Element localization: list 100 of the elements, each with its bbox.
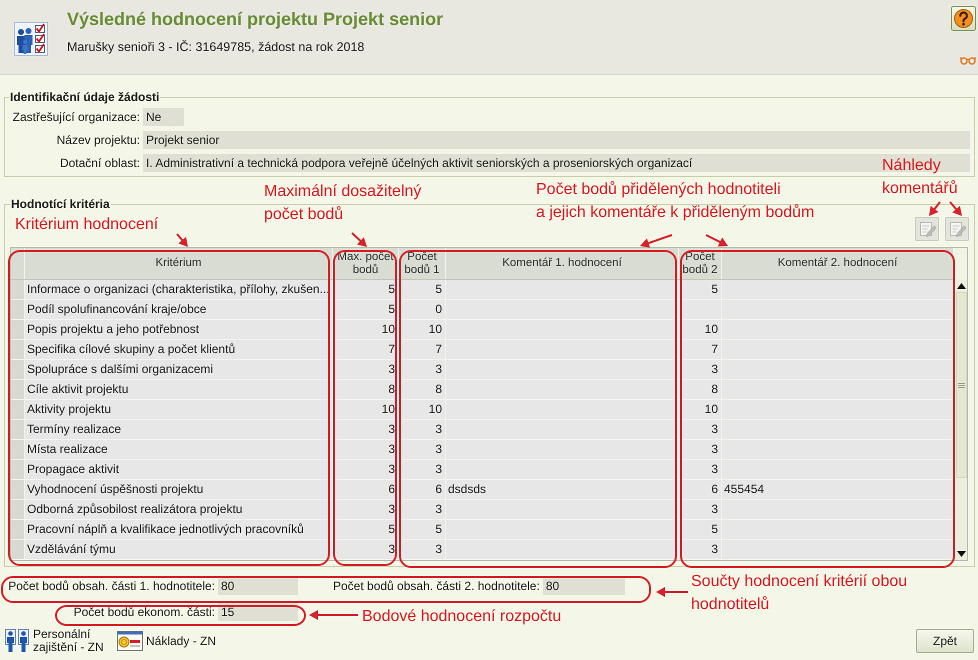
table-row[interactable]: Termíny realizace 3 3 3 bbox=[11, 420, 954, 440]
table-cell: 5 bbox=[333, 280, 399, 299]
scroll-up-icon[interactable] bbox=[956, 283, 966, 289]
annotation-text: Kritérium hodnocení bbox=[15, 215, 158, 235]
table-cell: 8 bbox=[399, 380, 446, 399]
table-cell: 3 bbox=[399, 500, 446, 519]
scrollbar-thumb[interactable] bbox=[956, 292, 966, 478]
table-row[interactable]: Pracovní náplň a kvalifikace jednotlivých pracovníků 5 5 5 bbox=[11, 520, 954, 540]
section-title: Hodnotící kritéria bbox=[10, 197, 111, 211]
table-cell: 3 bbox=[333, 500, 399, 519]
table-cell: 10 bbox=[399, 400, 446, 419]
annotation-arrow bbox=[656, 587, 688, 597]
annotation-text: Maximální dosažitelný počet bodů bbox=[264, 182, 422, 225]
table-cell: 5 bbox=[399, 520, 446, 539]
table-cell: Cíle aktivit projektu bbox=[25, 380, 333, 399]
column-header[interactable]: Max. počet bodů bbox=[333, 248, 399, 279]
footer-link[interactable]: Personální zajištění - ZN bbox=[5, 628, 117, 654]
table-cell: 3 bbox=[333, 360, 399, 379]
table-row[interactable]: Aktivity projektu 10 10 10 bbox=[11, 400, 954, 420]
value-field: Projekt senior bbox=[143, 131, 970, 149]
table-row[interactable]: Odborná způsobilost realizátora projektu 3 3 3 bbox=[11, 500, 954, 520]
table-row[interactable]: Místa realizace 3 3 3 bbox=[11, 440, 954, 460]
table-cell: 10 bbox=[679, 400, 722, 419]
table-cell: 8 bbox=[679, 380, 722, 399]
table-cell: 3 bbox=[399, 440, 446, 459]
scroll-down-icon[interactable] bbox=[956, 551, 966, 557]
glasses-icon[interactable] bbox=[960, 56, 976, 65]
coin-form-icon bbox=[117, 628, 143, 652]
table-cell: 3 bbox=[333, 440, 399, 459]
table-cell: 3 bbox=[399, 420, 446, 439]
table-row[interactable]: Vyhodnocení úspěšnosti projektu 6 6 dsdsds 6 455454 bbox=[11, 480, 954, 500]
table-cell: Popis projektu a jeho potřebnost bbox=[25, 320, 333, 339]
value-field: Ne bbox=[143, 108, 184, 126]
table-cell: 3 bbox=[679, 500, 722, 519]
table-row[interactable]: Informace o organizaci (charakteristika, přílohy, zkušen... 5 5 5 bbox=[11, 280, 954, 300]
table-cell: 3 bbox=[399, 360, 446, 379]
table-cell: 7 bbox=[333, 340, 399, 359]
table-cell: Pracovní náplň a kvalifikace jednotlivých pracovníků bbox=[25, 520, 333, 539]
table-cell: dsdsds bbox=[446, 480, 679, 499]
annotation-arrow bbox=[929, 201, 941, 216]
table-cell: 455454 bbox=[722, 480, 954, 499]
field-label: Počet bodů ekonom. části: bbox=[72, 604, 215, 621]
table-cell: Aktivity projektu bbox=[25, 400, 333, 419]
table-row[interactable]: Podíl spolufinancování kraje/obce 5 0 bbox=[11, 300, 954, 320]
table-cell: Termíny realizace bbox=[25, 420, 333, 439]
table-cell: Specifika cílové skupiny a počet klientů bbox=[25, 340, 333, 359]
table-cell: Podíl spolufinancování kraje/obce bbox=[25, 300, 333, 319]
annotation-arrow bbox=[949, 201, 962, 216]
annotation-text: Bodové hodnocení rozpočtu bbox=[362, 607, 562, 627]
annotation-text: Součty hodnocení kritérií obou hodnotitelů bbox=[691, 572, 908, 615]
column-header[interactable]: Počet bodů 1 bbox=[399, 248, 446, 279]
table-cell: 10 bbox=[399, 320, 446, 339]
table-cell: 0 bbox=[399, 300, 446, 319]
column-header[interactable]: Komentář 1. hodnocení bbox=[446, 248, 679, 279]
table-cell: Informace o organizaci (charakteristika, přílohy, zkušen... bbox=[25, 280, 333, 299]
annotation-arrow bbox=[640, 234, 672, 248]
annotation-text: Náhledy komentářů bbox=[882, 156, 958, 199]
table-row[interactable]: Spolupráce s dalšími organizacemi 3 3 3 bbox=[11, 360, 954, 380]
table-cell: 8 bbox=[333, 380, 399, 399]
table-cell: Vzdělávání týmu bbox=[25, 540, 333, 559]
table-cell: 7 bbox=[399, 340, 446, 359]
table-row[interactable]: Propagace aktivit 3 3 3 bbox=[11, 460, 954, 480]
table-row[interactable]: Vzdělávání týmu 3 3 3 bbox=[11, 540, 954, 560]
column-header[interactable]: Počet bodů 2 bbox=[679, 248, 722, 279]
table-row[interactable]: Cíle aktivit projektu 8 8 8 bbox=[11, 380, 954, 400]
annotation-arrow bbox=[309, 610, 358, 620]
table-cell: 5 bbox=[679, 280, 722, 299]
table-cell: 3 bbox=[679, 360, 722, 379]
field-label: Dotační oblast: bbox=[58, 155, 140, 172]
table-cell: 3 bbox=[333, 420, 399, 439]
table-cell: 5 bbox=[333, 520, 399, 539]
column-header[interactable]: Kritérium bbox=[25, 248, 333, 279]
annotation-text: Počet bodů přidělených hodnotiteli a jejich komentáře k přiděleným bodům bbox=[536, 180, 814, 223]
table-row[interactable]: Popis projektu a jeho potřebnost 10 10 10 bbox=[11, 320, 954, 340]
table-cell: 3 bbox=[399, 540, 446, 559]
section-title: Identifikační údaje žádosti bbox=[9, 90, 160, 104]
field-label: Název projektu: bbox=[56, 132, 140, 149]
table-cell: Vyhodnocení úspěšnosti projektu bbox=[25, 480, 333, 499]
table-cell: Spolupráce s dalšími organizacemi bbox=[25, 360, 333, 379]
table-cell: Propagace aktivit bbox=[25, 460, 333, 479]
back-button[interactable]: Zpět bbox=[916, 628, 974, 652]
people-checklist-icon bbox=[14, 22, 48, 56]
table-cell: 7 bbox=[679, 340, 722, 359]
field-label: Počet bodů obsah. části 2. hodnotitele: bbox=[333, 578, 540, 595]
table-cell: 10 bbox=[333, 400, 399, 419]
people-icon bbox=[5, 628, 29, 652]
page-subtitle: Marušky senioři 3 - IČ: 31649785, žádost na rok 2018 bbox=[67, 40, 366, 55]
table-row[interactable]: Specifika cílové skupiny a počet klientů 7 7 7 bbox=[11, 340, 954, 360]
table-cell: 10 bbox=[333, 320, 399, 339]
table-cell: 3 bbox=[679, 460, 722, 479]
help-icon[interactable] bbox=[951, 6, 976, 31]
annotation-arrow bbox=[351, 232, 367, 247]
table-cell: 5 bbox=[399, 280, 446, 299]
table-cell: 3 bbox=[679, 420, 722, 439]
table-cell: 3 bbox=[679, 540, 722, 559]
scrollbar[interactable] bbox=[954, 280, 967, 560]
value-field: 80 bbox=[542, 577, 625, 595]
value-field: 80 bbox=[218, 577, 298, 595]
table-cell: 3 bbox=[333, 460, 399, 479]
footer-link[interactable]: Náklady - ZN bbox=[117, 628, 216, 652]
